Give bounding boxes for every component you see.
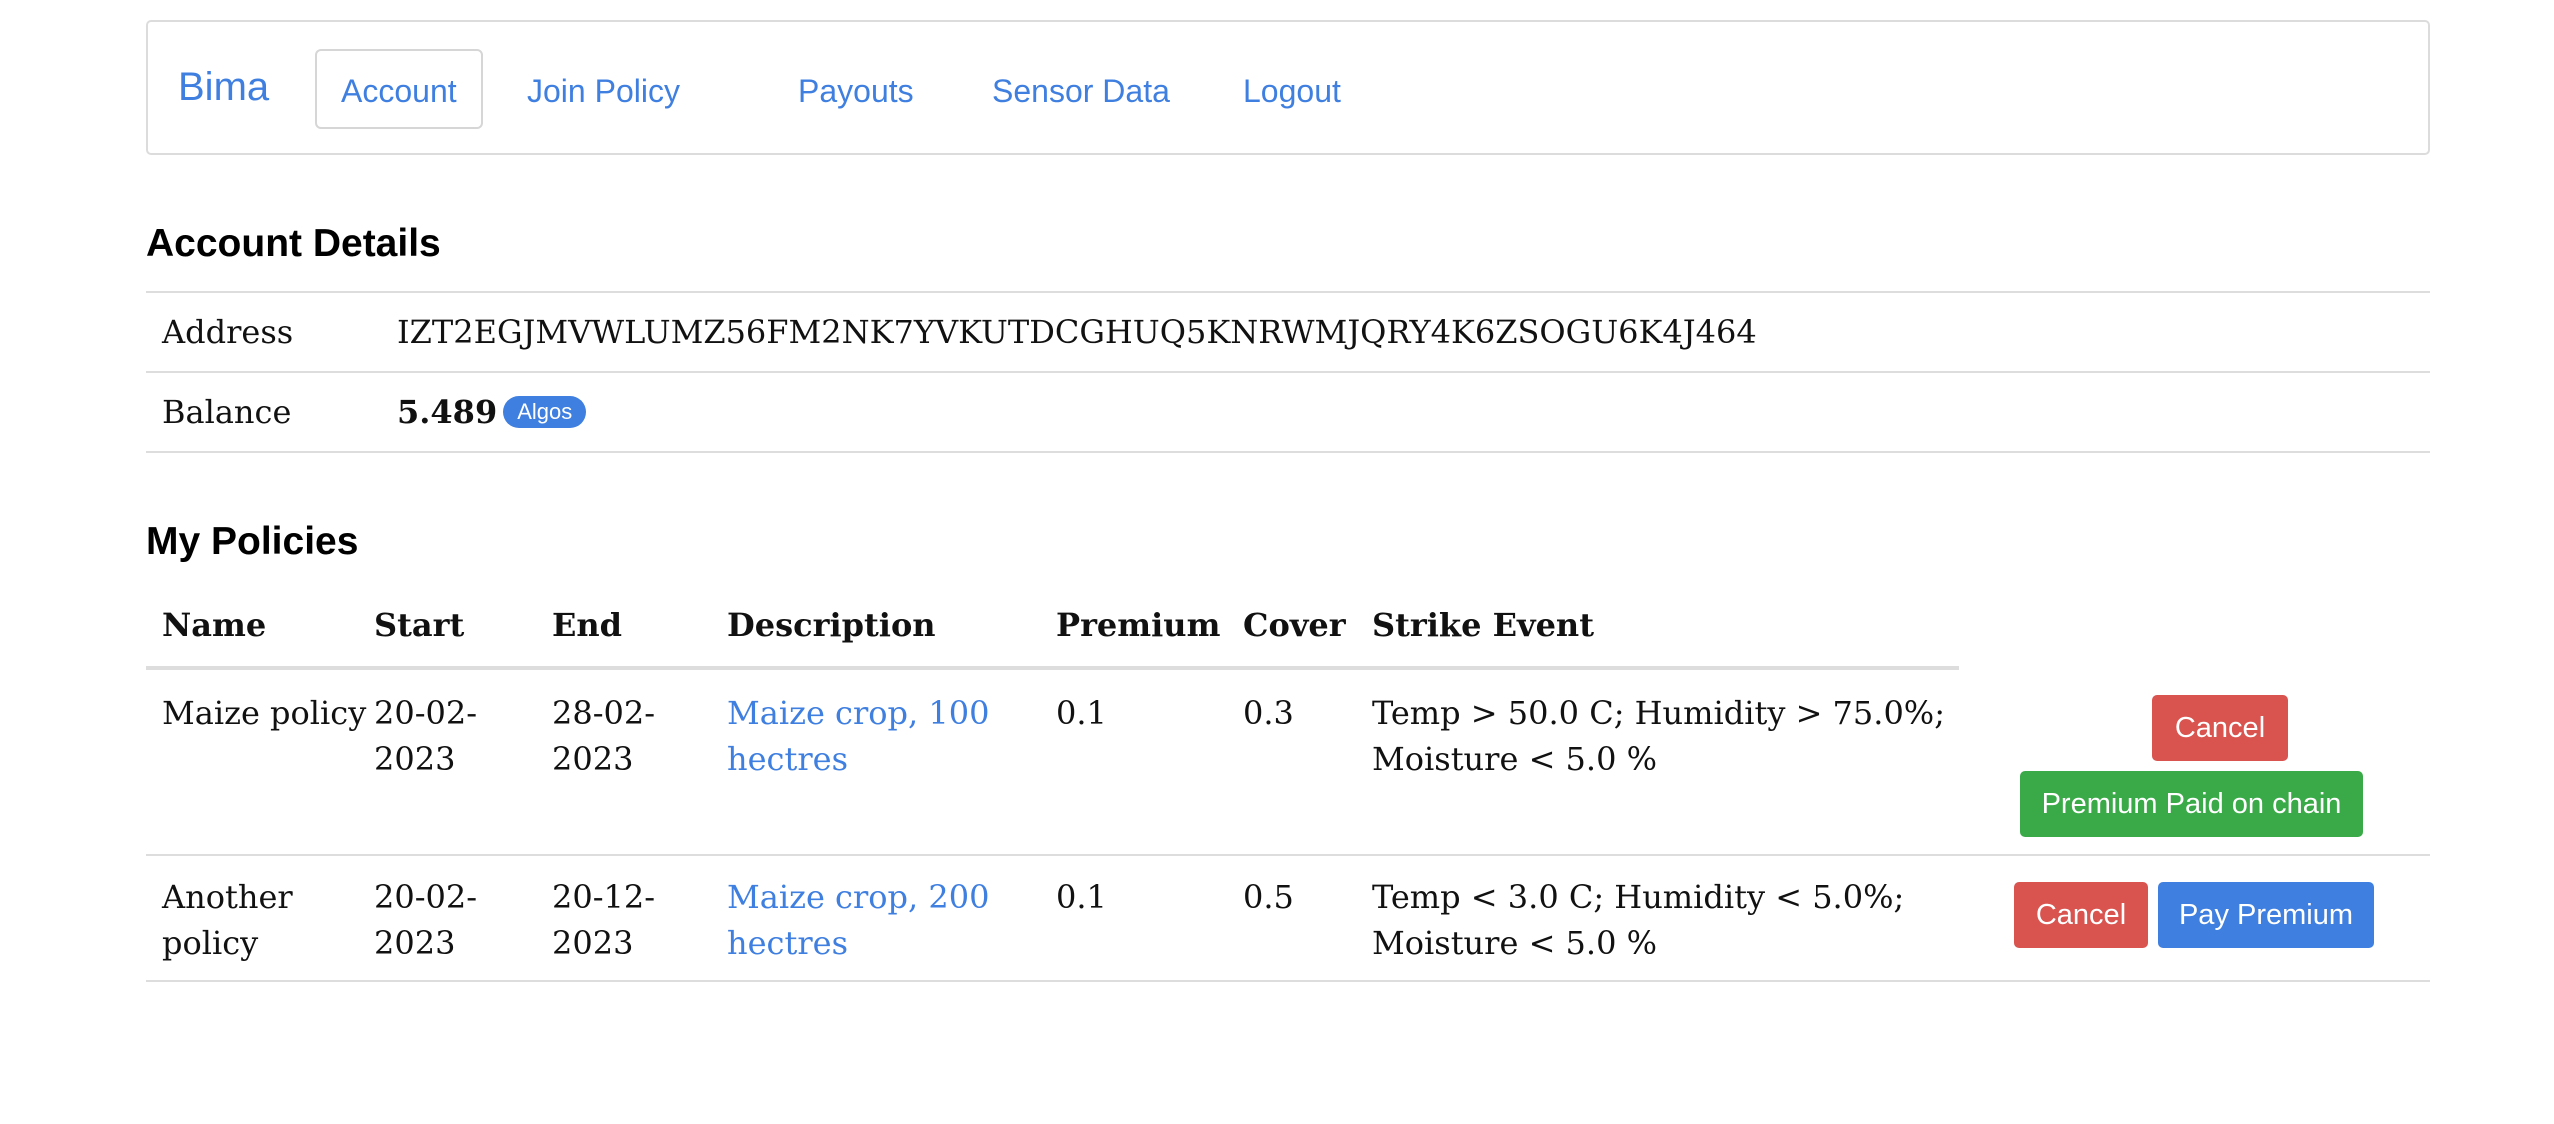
column-header-premium: Premium [1056, 606, 1221, 644]
column-header-cover: Cover [1243, 606, 1346, 644]
policy-cover: 0.3 [1243, 694, 1294, 732]
policy-strike-event: Temp < 3.0 C; Humidity < 5.0%; Moisture … [1372, 874, 1904, 966]
address-value: IZT2EGJMVWLUMZ56FM2NK7YVKUTDCGHUQ5KNRWMJ… [397, 313, 1757, 351]
premium-paid-button[interactable]: Premium Paid on chain [2020, 771, 2363, 837]
policy-cover: 0.5 [1243, 878, 1294, 916]
policies-table-header: Name Start End Description Premium Cover… [146, 600, 1959, 670]
policy-description-link[interactable]: Maize crop, 100 hectres [727, 690, 989, 782]
policy-strike-line: Moisture < 5.0 % [1372, 924, 1658, 962]
policy-premium: 0.1 [1056, 694, 1107, 732]
column-header-strike-event: Strike Event [1372, 606, 1594, 644]
column-header-description: Description [727, 606, 936, 644]
address-row: Address IZT2EGJMVWLUMZ56FM2NK7YVKUTDCGHU… [146, 293, 2430, 373]
policy-end: 28-02- 2023 [552, 690, 655, 782]
my-policies-title: My Policies [146, 520, 359, 563]
policy-strike-line: Temp > 50.0 C; Humidity > 75.0%; [1372, 694, 1945, 732]
brand-logo[interactable]: Bima [178, 62, 269, 112]
pay-premium-button[interactable]: Pay Premium [2158, 882, 2374, 948]
policy-start-line: 20-02- [374, 878, 478, 916]
policy-name-line: policy [162, 924, 259, 962]
cancel-policy-button[interactable]: Cancel [2152, 695, 2288, 761]
balance-unit-badge: Algos [503, 396, 587, 428]
policy-description-line: hectres [727, 740, 848, 778]
account-details-title: Account Details [146, 222, 441, 265]
policy-name: Another policy [162, 874, 293, 966]
column-header-start: Start [374, 606, 465, 644]
policy-strike-event: Temp > 50.0 C; Humidity > 75.0%; Moistur… [1372, 690, 1945, 782]
policy-premium: 0.1 [1056, 878, 1107, 916]
policy-start: 20-02- 2023 [374, 690, 477, 782]
cancel-policy-button[interactable]: Cancel [2014, 882, 2148, 948]
policy-name-line: Another [162, 878, 293, 916]
policy-row: Maize policy 20-02- 2023 28-02- 2023 Mai… [146, 674, 2430, 856]
balance-label: Balance [162, 393, 292, 431]
policy-description-line: hectres [727, 924, 848, 962]
nav-payouts[interactable]: Payouts [772, 49, 940, 129]
policy-end-line: 2023 [552, 740, 634, 778]
policy-start: 20-02- 2023 [374, 874, 477, 966]
balance-row: Balance 5.489 Algos [146, 373, 2430, 453]
policy-start-line: 2023 [374, 924, 456, 962]
policy-strike-line: Moisture < 5.0 % [1372, 740, 1658, 778]
policy-end-line: 28-02- [552, 694, 656, 732]
nav-account[interactable]: Account [315, 49, 483, 129]
policy-description-line: Maize crop, 100 [727, 694, 990, 732]
policy-description-link[interactable]: Maize crop, 200 hectres [727, 874, 989, 966]
nav-logout[interactable]: Logout [1217, 49, 1367, 129]
nav-sensor-data[interactable]: Sensor Data [966, 49, 1196, 129]
policy-end-line: 2023 [552, 924, 634, 962]
policy-start-line: 20-02- [374, 694, 478, 732]
column-header-name: Name [162, 606, 267, 644]
column-header-end: End [552, 606, 623, 644]
nav-join-policy[interactable]: Join Policy [501, 49, 706, 129]
account-details-table: Address IZT2EGJMVWLUMZ56FM2NK7YVKUTDCGHU… [146, 291, 2430, 453]
navbar: Bima Account Join Policy Payouts Sensor … [146, 20, 2430, 155]
policy-end: 20-12- 2023 [552, 874, 655, 966]
policy-end-line: 20-12- [552, 878, 656, 916]
balance-value-group: 5.489 Algos [397, 393, 587, 431]
policy-strike-line: Temp < 3.0 C; Humidity < 5.0%; [1372, 878, 1905, 916]
policy-start-line: 2023 [374, 740, 456, 778]
address-label: Address [162, 313, 294, 351]
policy-name-line: Maize policy [162, 694, 367, 732]
policy-row: Another policy 20-02- 2023 20-12- 2023 M… [146, 858, 2430, 982]
balance-value: 5.489 [397, 393, 498, 431]
policy-description-line: Maize crop, 200 [727, 878, 990, 916]
policy-name: Maize policy [162, 690, 366, 736]
